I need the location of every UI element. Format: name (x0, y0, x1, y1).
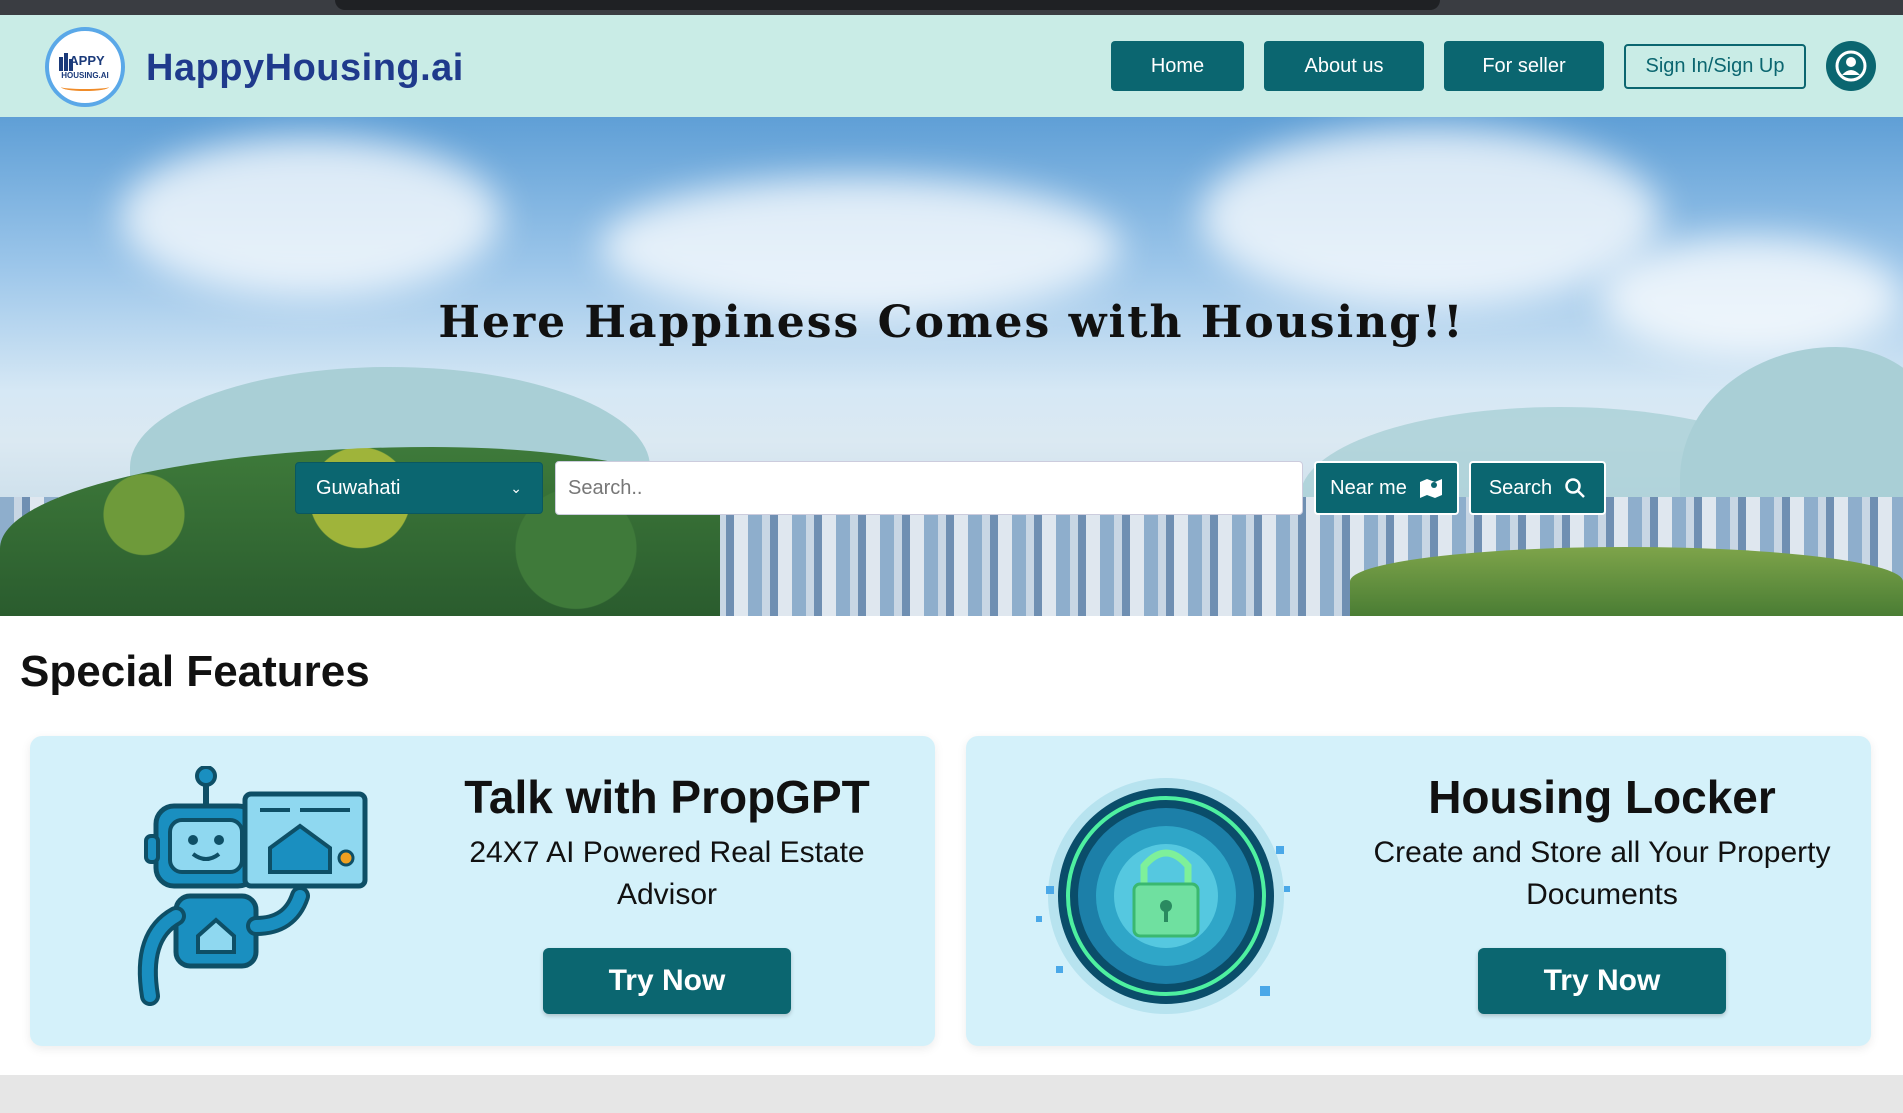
hero-cloud (120, 137, 500, 297)
card-title: Talk with PropGPT (464, 771, 870, 823)
search-label: Search (1488, 476, 1553, 499)
try-now-button[interactable]: Try Now (1478, 948, 1726, 1014)
feature-card-housing-locker: Housing Locker Create and Store all Your… (966, 736, 1871, 1046)
next-section-strip (0, 1075, 1903, 1113)
search-button[interactable]: Search (1469, 461, 1606, 515)
near-me-label: Near me (1330, 476, 1407, 499)
hero-cloud (600, 177, 1120, 317)
try-now-button[interactable]: Try Now (543, 948, 791, 1014)
hero-tagline: Here Happiness Comes with Housing!! (438, 297, 1465, 348)
user-circle-icon (1835, 50, 1867, 82)
logo-arc (61, 83, 109, 91)
nav-seller-button[interactable]: For seller (1444, 41, 1604, 91)
logo-text-bottom: HOUSING.AI (61, 71, 109, 80)
hero-trees (1350, 547, 1903, 616)
map-icon (1419, 479, 1442, 498)
feature-card-propgpt: Talk with PropGPT 24X7 AI Powered Real E… (30, 736, 935, 1046)
city-select[interactable]: Guwahati ⌄ (295, 462, 543, 514)
site-logo[interactable]: APPY HOUSING.AI (45, 27, 125, 107)
card-title: Housing Locker (1428, 771, 1776, 823)
card-description: Create and Store all Your Property Docum… (1373, 836, 1831, 911)
robot-house-icon (137, 766, 368, 1006)
user-account-button[interactable] (1826, 41, 1876, 91)
nav-about-button[interactable]: About us (1264, 41, 1424, 91)
features-title: Special Features (20, 647, 370, 696)
search-icon (1565, 478, 1586, 498)
hero-banner: Here Happiness Comes with Housing!! Guwa… (0, 117, 1903, 616)
brand-name[interactable]: HappyHousing.ai (146, 47, 464, 90)
digital-lock-icon (1036, 778, 1290, 1014)
browser-address-bar (335, 0, 1440, 10)
logo-text-top: APPY (69, 53, 105, 68)
sign-in-button[interactable]: Sign In/Sign Up (1624, 44, 1806, 89)
near-me-button[interactable]: Near me (1314, 461, 1459, 515)
browser-top-strip (0, 0, 1903, 15)
city-select-value: Guwahati (316, 476, 401, 499)
hero-cloud (1200, 127, 1660, 307)
search-input[interactable] (555, 461, 1303, 515)
card-description: 24X7 AI Powered Real Estate Advisor (469, 836, 865, 911)
nav-home-button[interactable]: Home (1111, 41, 1244, 91)
site-header: APPY HOUSING.AI HappyHousing.ai Home Abo… (0, 15, 1903, 117)
chevron-down-icon: ⌄ (510, 479, 522, 496)
